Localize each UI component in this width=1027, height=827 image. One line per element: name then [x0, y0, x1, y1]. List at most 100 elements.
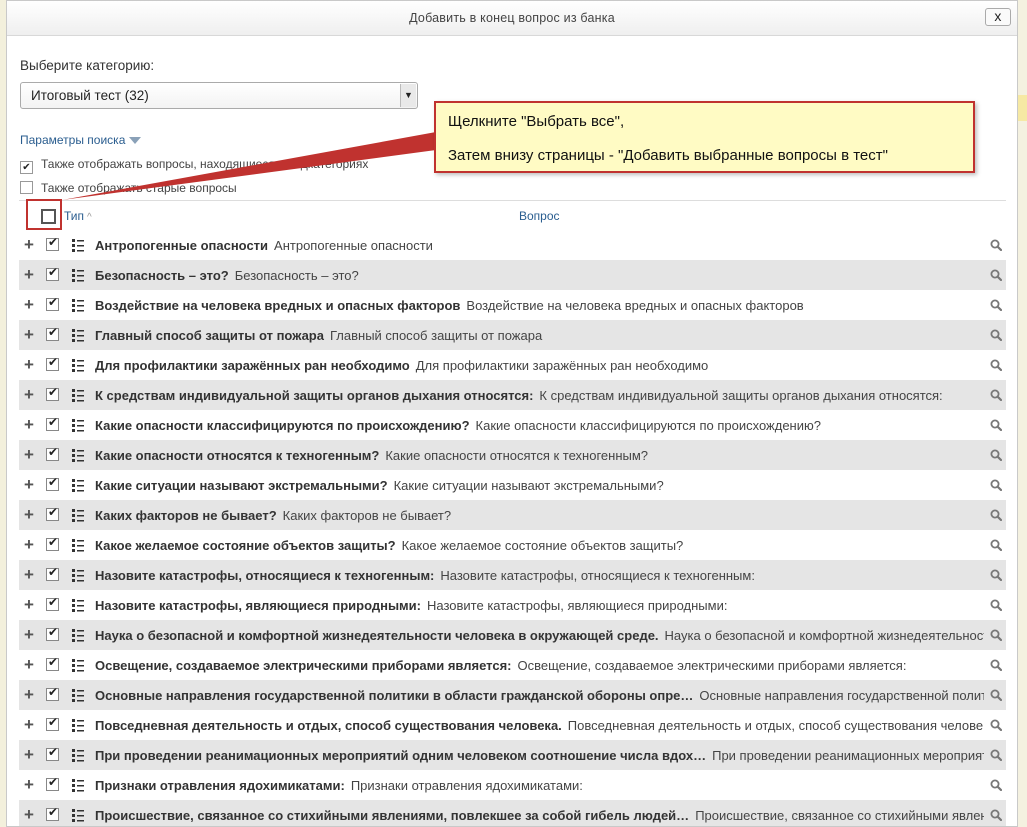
preview-icon[interactable] [990, 779, 1002, 791]
question-body: Главный способ защиты от пожара [329, 328, 543, 343]
row-checkbox[interactable]: ✔ [46, 775, 59, 791]
preview-icon[interactable] [990, 719, 1002, 731]
row-checkbox[interactable]: ✔ [46, 625, 59, 641]
preview-icon[interactable] [990, 539, 1002, 551]
preview-icon[interactable] [990, 329, 1002, 341]
add-icon[interactable]: + [24, 656, 34, 673]
checkmark-icon: ✔ [48, 385, 59, 399]
preview-icon[interactable] [990, 269, 1002, 281]
preview-icon[interactable] [990, 509, 1002, 521]
chevron-down-icon[interactable]: ▼ [400, 84, 416, 107]
row-checkbox[interactable]: ✔ [46, 565, 59, 581]
add-icon[interactable]: + [24, 506, 34, 523]
row-checkbox[interactable]: ✔ [46, 265, 59, 281]
multichoice-icon [72, 539, 84, 552]
preview-icon[interactable] [990, 749, 1002, 761]
add-icon[interactable]: + [24, 806, 34, 823]
preview-icon[interactable] [990, 419, 1002, 431]
add-icon[interactable]: + [24, 566, 34, 583]
multichoice-icon [72, 419, 84, 432]
add-icon[interactable]: + [24, 596, 34, 613]
add-icon[interactable]: + [24, 686, 34, 703]
preview-icon[interactable] [990, 809, 1002, 821]
search-params-label: Параметры поиска [20, 133, 126, 147]
option-subcategories-label: Также отображать вопросы, находящиеся в … [41, 157, 369, 171]
add-icon[interactable]: + [24, 386, 34, 403]
preview-icon[interactable] [990, 659, 1002, 671]
row-checkbox[interactable]: ✔ [46, 655, 59, 671]
add-icon[interactable]: + [24, 536, 34, 553]
checkmark-icon: ✔ [48, 565, 59, 579]
add-icon[interactable]: + [24, 236, 34, 253]
preview-icon[interactable] [990, 689, 1002, 701]
dialog-titlebar: Добавить в конец вопрос из банка x [7, 1, 1017, 36]
row-checkbox[interactable]: ✔ [46, 805, 59, 821]
add-icon[interactable]: + [24, 626, 34, 643]
add-icon[interactable]: + [24, 416, 34, 433]
row-checkbox[interactable]: ✔ [46, 385, 59, 401]
column-type[interactable]: Тип ^ [64, 209, 92, 223]
backdrop-notice [1017, 95, 1027, 121]
select-all-highlight [26, 199, 62, 230]
multichoice-icon [72, 809, 84, 822]
add-icon[interactable]: + [24, 776, 34, 793]
option-old-questions: Также отображать старые вопросы [20, 181, 237, 195]
preview-icon[interactable] [990, 569, 1002, 581]
preview-icon[interactable] [990, 239, 1002, 251]
multichoice-icon [72, 749, 84, 762]
add-icon[interactable]: + [24, 446, 34, 463]
preview-icon[interactable] [990, 449, 1002, 461]
preview-icon[interactable] [990, 389, 1002, 401]
add-icon[interactable]: + [24, 356, 34, 373]
row-checkbox[interactable]: ✔ [46, 745, 59, 761]
row-checkbox[interactable]: ✔ [46, 505, 59, 521]
preview-icon[interactable] [990, 359, 1002, 371]
add-icon[interactable]: + [24, 476, 34, 493]
preview-icon[interactable] [990, 299, 1002, 311]
question-name: Освещение, создаваемое электрическими пр… [95, 658, 512, 673]
table-row: + ✔ Антропогенные опасности Антропогенные о… [19, 230, 1006, 260]
question-text: Освещение, создаваемое электрическими пр… [95, 658, 984, 673]
row-checkbox[interactable]: ✔ [46, 535, 59, 551]
add-icon[interactable]: + [24, 746, 34, 763]
row-checkbox[interactable]: ✔ [46, 325, 59, 341]
row-checkbox[interactable]: ✔ [46, 685, 59, 701]
column-type-label[interactable]: Тип [64, 209, 84, 223]
multichoice-icon [72, 689, 84, 702]
question-name: При проведении реанимационных мероприяти… [95, 748, 707, 763]
row-checkbox[interactable]: ✔ [46, 235, 59, 251]
row-checkbox[interactable]: ✔ [46, 445, 59, 461]
preview-icon[interactable] [990, 479, 1002, 491]
table-row: + ✔ Основные направления государственной п… [19, 680, 1006, 710]
preview-icon[interactable] [990, 629, 1002, 641]
question-name: Какое желаемое состояние объектов защиты… [95, 538, 396, 553]
add-icon[interactable]: + [24, 266, 34, 283]
row-checkbox[interactable]: ✔ [46, 355, 59, 371]
subcategories-checkbox[interactable]: ✔ [20, 161, 33, 174]
add-icon[interactable]: + [24, 716, 34, 733]
table-row: + ✔ Наука о безопасной и комфортной жизнед… [19, 620, 1006, 650]
row-checkbox[interactable]: ✔ [46, 415, 59, 431]
question-body: Какие ситуации называют экстремальными? [393, 478, 664, 493]
add-icon[interactable]: + [24, 296, 34, 313]
old-questions-checkbox[interactable] [20, 181, 33, 194]
question-body: Назовите катастрофы, являющиеся природны… [427, 598, 728, 613]
question-body: Какие опасности относятся к техногенным? [385, 448, 649, 463]
category-select-value: Итоговый тест (32) [31, 88, 149, 103]
preview-icon[interactable] [990, 599, 1002, 611]
column-question[interactable]: Вопрос [519, 209, 560, 223]
search-params-toggle[interactable]: Параметры поиска [20, 133, 142, 147]
question-body: Повседневная деятельность и отдых, спосо… [567, 718, 984, 733]
table-row: + ✔ К средствам индивидуальной защиты орга… [19, 380, 1006, 410]
callout-line-2: Затем внизу страницы - "Добавить выбранн… [448, 147, 888, 164]
row-checkbox[interactable]: ✔ [46, 475, 59, 491]
row-checkbox[interactable]: ✔ [46, 295, 59, 311]
row-checkbox[interactable]: ✔ [46, 715, 59, 731]
multichoice-icon [72, 509, 84, 522]
question-name: Какие опасности относятся к техногенным? [95, 448, 380, 463]
category-select[interactable]: Итоговый тест (32) ▼ [20, 82, 418, 109]
checkmark-icon: ✔ [48, 685, 59, 699]
add-icon[interactable]: + [24, 326, 34, 343]
row-checkbox[interactable]: ✔ [46, 595, 59, 611]
close-button[interactable]: x [985, 8, 1011, 26]
